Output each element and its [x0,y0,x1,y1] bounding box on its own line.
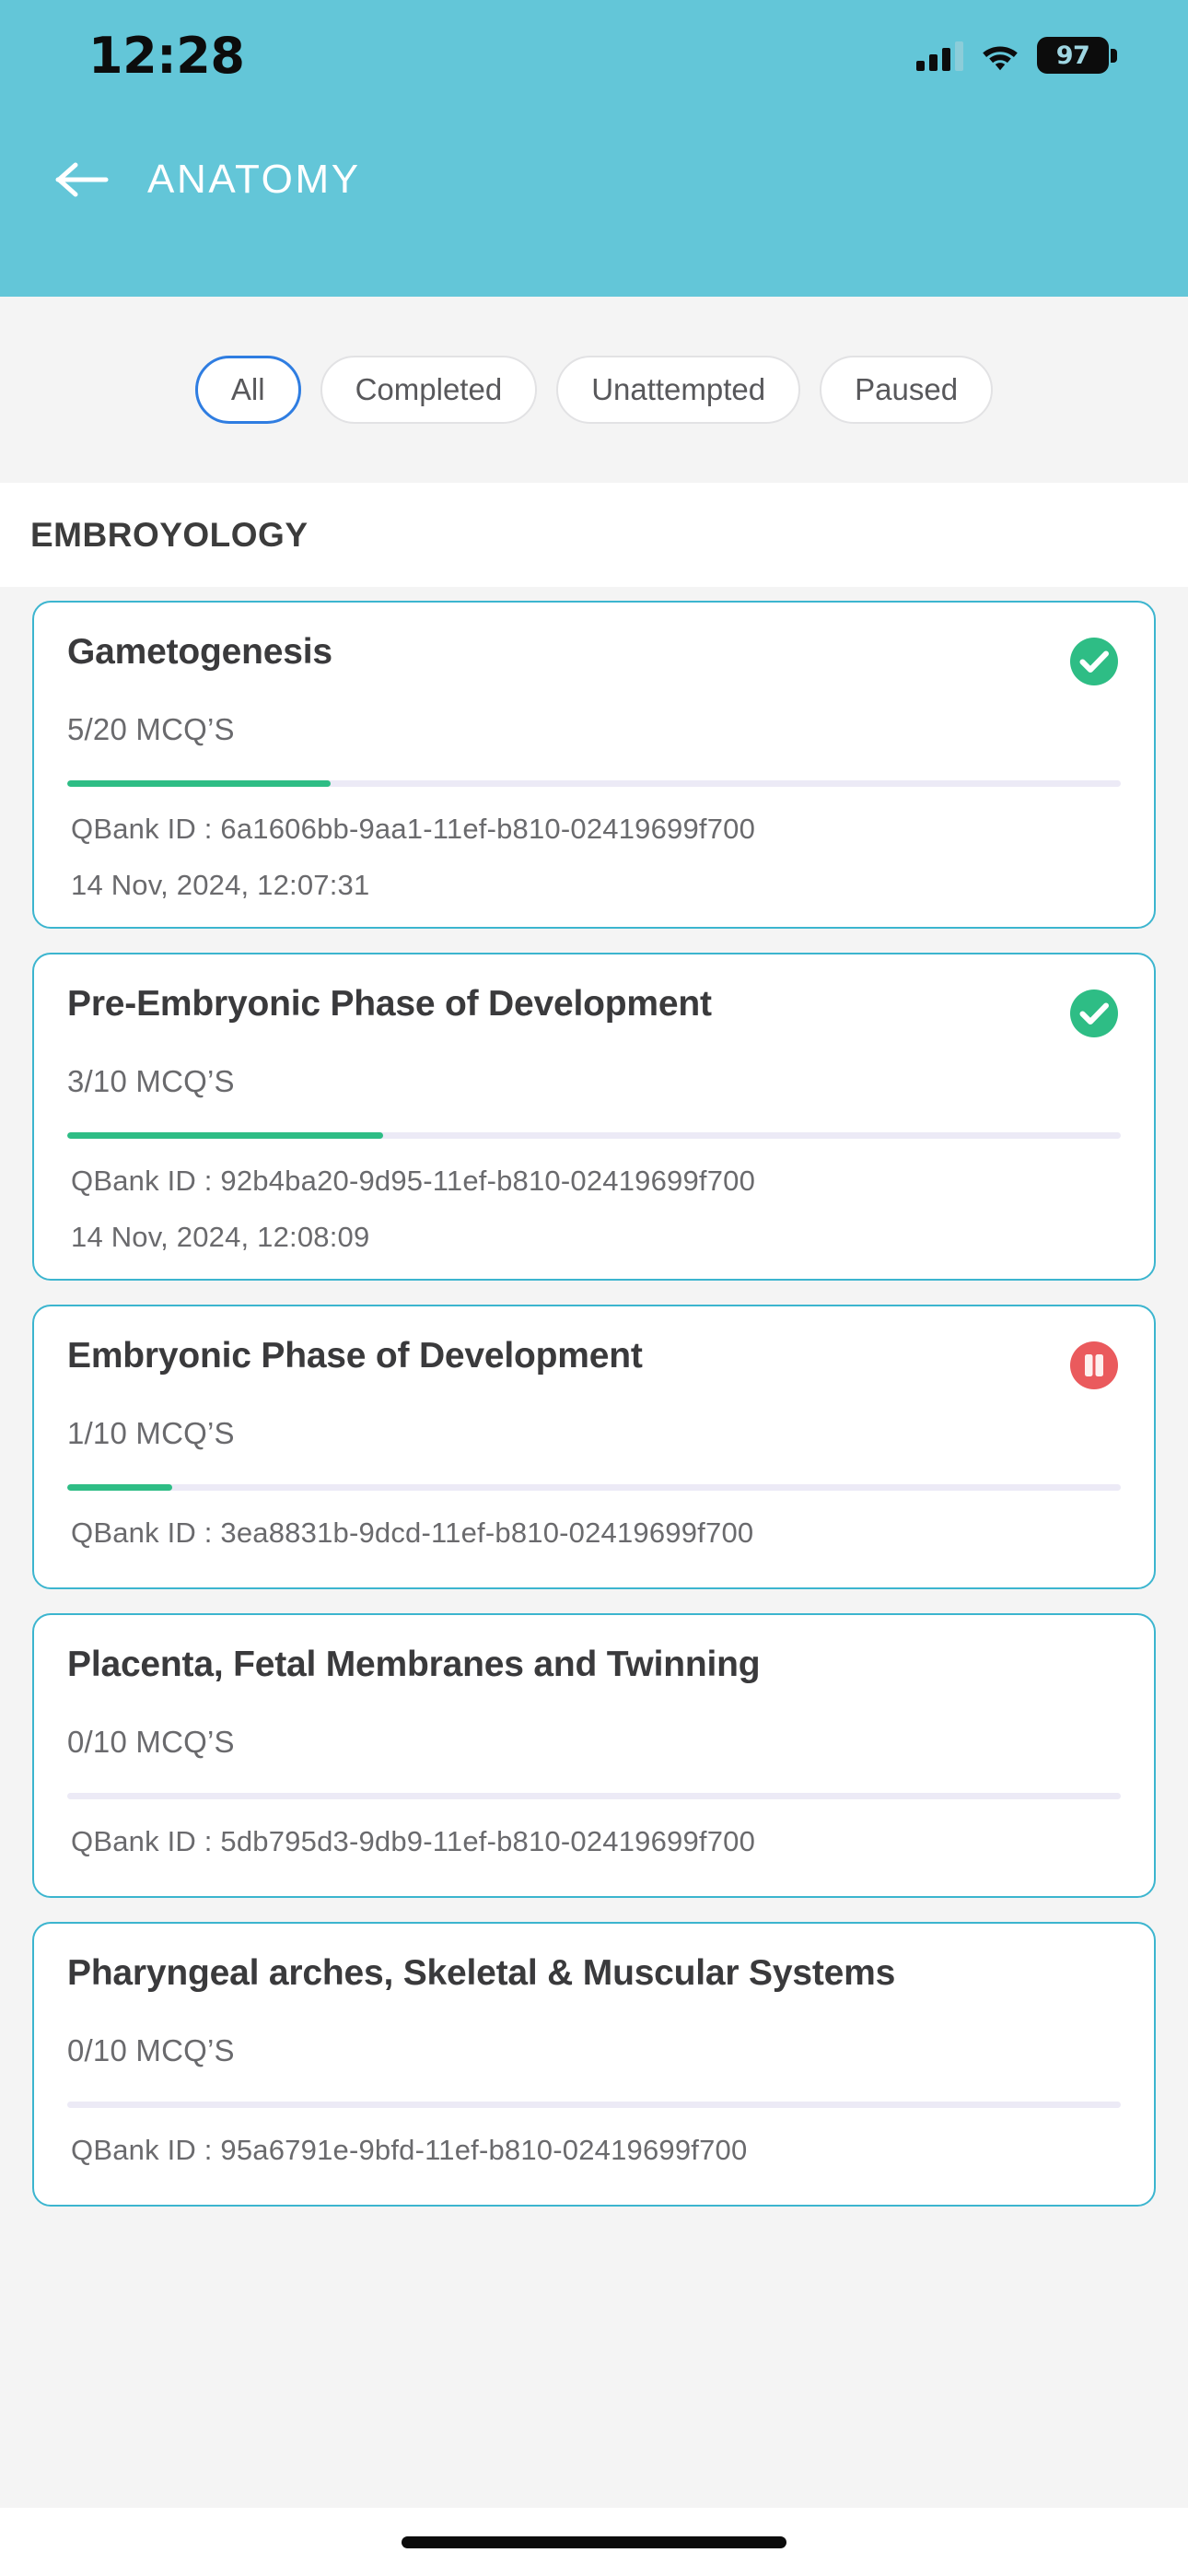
card-header: Pharyngeal arches, Skeletal & Muscular S… [34,1953,1154,2008]
mcq-count: 1/10 MCQ’S [67,1416,235,1450]
progress-bar [67,2102,1121,2108]
app-bar: ANATOMY [0,111,1188,249]
card-spacer [34,1883,1154,1896]
pause-circle-icon [1069,1341,1119,1390]
mcq-count: 5/20 MCQ’S [67,712,235,746]
topic-title: Placenta, Fetal Membranes and Twinning [67,1645,761,1684]
filter-chip-paused[interactable]: Paused [820,356,994,424]
progress-fill [67,1132,384,1139]
filter-chip-row: All Completed Unattempted Paused [0,297,1188,483]
cellular-signal-icon [916,40,963,71]
battery-icon: 97 [1037,37,1117,74]
home-indicator-bar [0,2508,1188,2576]
top-bar: 12:28 97 ANATOMY [0,0,1188,297]
home-indicator[interactable] [402,2535,786,2548]
filter-chip-completed[interactable]: Completed [320,356,538,424]
progress-bar [67,1484,1121,1491]
list-item[interactable]: Gametogenesis 5/20 MCQ’S QBank ID : 6a16… [32,601,1156,929]
progress-fill [67,1484,173,1491]
card-meta: QBank ID : 92b4ba20-9d95-11ef-b810-02419… [34,1139,1154,1279]
topic-list: Gametogenesis 5/20 MCQ’S QBank ID : 6a16… [0,587,1188,2207]
app-screen: 12:28 97 ANATOMY All Completed Unattempt… [0,0,1188,2576]
card-meta: QBank ID : 95a6791e-9bfd-11ef-b810-02419… [34,2108,1154,2192]
card-meta: QBank ID : 5db795d3-9db9-11ef-b810-02419… [34,1799,1154,1883]
check-circle-icon [1069,989,1119,1038]
progress-bar [67,1793,1121,1799]
card-spacer [34,1575,1154,1587]
section-header: EMBROYOLOGY [0,483,1188,587]
status-bar-indicators: 97 [916,37,1117,74]
check-circle-icon [1069,637,1119,686]
status-bar-clock: 12:28 [88,26,245,85]
filter-chip-unattempted[interactable]: Unattempted [556,356,801,424]
progress-fill [67,780,331,787]
topic-title: Pre-Embryonic Phase of Development [67,984,712,1024]
topic-title: Gametogenesis [67,632,332,672]
card-header: Pre-Embryonic Phase of Development [34,984,1154,1038]
qbank-id: QBank ID : 5db795d3-9db9-11ef-b810-02419… [71,1825,756,1857]
back-arrow-icon[interactable] [55,159,109,200]
wifi-icon [980,40,1020,71]
card-meta: QBank ID : 3ea8831b-9dcd-11ef-b810-02419… [34,1491,1154,1575]
card-header: Embryonic Phase of Development [34,1336,1154,1390]
topic-title: Pharyngeal arches, Skeletal & Muscular S… [67,1953,896,1993]
filter-chip-all[interactable]: All [194,356,301,424]
qbank-id: QBank ID : 92b4ba20-9d95-11ef-b810-02419… [71,1165,756,1197]
card-meta: QBank ID : 6a1606bb-9aa1-11ef-b810-02419… [34,787,1154,927]
section-header-label: EMBROYOLOGY [30,515,309,554]
page-title: ANATOMY [147,157,361,202]
timestamp: 14 Nov, 2024, 12:07:31 [71,869,370,901]
timestamp: 14 Nov, 2024, 12:08:09 [71,1221,370,1253]
list-item[interactable]: Pre-Embryonic Phase of Development 3/10 … [32,953,1156,1281]
battery-level: 97 [1055,41,1090,70]
list-item[interactable]: Embryonic Phase of Development 1/10 MCQ’… [32,1305,1156,1589]
list-item[interactable]: Pharyngeal arches, Skeletal & Muscular S… [32,1922,1156,2207]
status-bar: 12:28 97 [0,0,1188,111]
list-item[interactable]: Placenta, Fetal Membranes and Twinning 0… [32,1613,1156,1898]
qbank-id: QBank ID : 3ea8831b-9dcd-11ef-b810-02419… [71,1516,754,1549]
mcq-count: 0/10 MCQ’S [67,1725,235,1759]
mcq-count: 3/10 MCQ’S [67,1064,235,1098]
mcq-count: 0/10 MCQ’S [67,2033,235,2067]
card-header: Gametogenesis [34,632,1154,686]
qbank-id: QBank ID : 6a1606bb-9aa1-11ef-b810-02419… [71,813,756,845]
card-spacer [34,2192,1154,2205]
qbank-id: QBank ID : 95a6791e-9bfd-11ef-b810-02419… [71,2134,748,2166]
progress-bar [67,1132,1121,1139]
card-header: Placenta, Fetal Membranes and Twinning [34,1645,1154,1699]
progress-bar [67,780,1121,787]
topic-title: Embryonic Phase of Development [67,1336,643,1376]
